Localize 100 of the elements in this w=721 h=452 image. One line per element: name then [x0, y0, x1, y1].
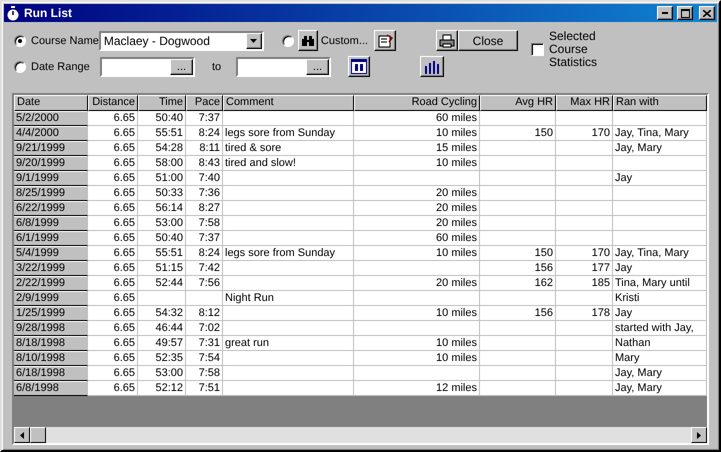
table-cell: 7:37: [186, 111, 223, 126]
table-cell: Night Run: [223, 291, 354, 306]
row-header[interactable]: 9/20/1999: [14, 156, 88, 171]
statistics-checkbox[interactable]: Selected Course Statistics: [531, 30, 607, 69]
row-header[interactable]: 4/4/2000: [14, 126, 88, 141]
bar-chart-icon: [424, 60, 440, 74]
column-header[interactable]: Road Cycling: [354, 95, 480, 111]
horizontal-scrollbar[interactable]: [14, 427, 707, 443]
table-cell: 150: [480, 126, 556, 141]
table-cell: 7:40: [186, 171, 223, 186]
table-cell: 7:42: [186, 261, 223, 276]
table-cell: [556, 336, 613, 351]
to-label: to: [212, 60, 222, 72]
table-cell: 150: [480, 246, 556, 261]
table-cell: great run: [223, 336, 354, 351]
table-cell: 6.65: [88, 201, 138, 216]
row-header[interactable]: 2/9/1999: [14, 291, 88, 306]
table-cell: 6.65: [88, 321, 138, 336]
right-arrow-icon: [697, 432, 701, 438]
row-header[interactable]: 2/22/1999: [14, 276, 88, 291]
table-cell: 52:35: [138, 351, 186, 366]
table-cell: [556, 201, 613, 216]
column-header[interactable]: Comment: [223, 95, 354, 111]
table-cell: 6.65: [88, 186, 138, 201]
window-title: Run List: [24, 6, 73, 20]
table-cell: 50:33: [138, 186, 186, 201]
date-picker-button[interactable]: ...: [306, 58, 329, 74]
column-header[interactable]: Distance: [88, 95, 138, 111]
table-cell: 60 miles: [354, 231, 480, 246]
table-cell: 8:24: [186, 246, 223, 261]
table-cell: 162: [480, 276, 556, 291]
table-cell: 56:14: [138, 201, 186, 216]
table-cell: 7:58: [186, 366, 223, 381]
close-icon: [703, 10, 711, 16]
close-button[interactable]: Close: [458, 30, 518, 51]
table-cell: 156: [480, 306, 556, 321]
table-cell: Jay, Mary: [613, 141, 707, 156]
scroll-right-button[interactable]: [691, 427, 707, 443]
scroll-thumb[interactable]: [30, 427, 46, 443]
table-cell: Jay, Mary: [613, 366, 707, 381]
table-cell: 53:00: [138, 216, 186, 231]
date-picker-button[interactable]: ...: [170, 58, 193, 74]
table-cell: Kristi: [613, 291, 707, 306]
row-header[interactable]: 8/25/1999: [14, 186, 88, 201]
table-cell: legs sore from Sunday: [223, 126, 354, 141]
date-range-radio[interactable]: Date Range: [14, 60, 100, 72]
custom-radio[interactable]: [282, 34, 294, 46]
table-cell: Mary: [613, 351, 707, 366]
calendar-button[interactable]: [348, 56, 370, 77]
minimize-button[interactable]: [657, 6, 673, 20]
table-cell: 6.65: [88, 351, 138, 366]
table-cell: started with Jay,: [613, 321, 707, 336]
start-date-field[interactable]: ...: [100, 56, 195, 76]
table-cell: 6.65: [88, 231, 138, 246]
column-header[interactable]: Avg HR: [480, 95, 556, 111]
printer-button[interactable]: [436, 30, 458, 51]
scroll-left-button[interactable]: [14, 427, 30, 443]
row-header[interactable]: 9/1/1999: [14, 171, 88, 186]
row-header[interactable]: 6/22/1999: [14, 201, 88, 216]
close-button[interactable]: [699, 6, 715, 20]
bar-chart-button[interactable]: [420, 56, 444, 77]
table-cell: [556, 171, 613, 186]
binoculars-button[interactable]: [298, 30, 318, 51]
row-header[interactable]: 5/2/2000: [14, 111, 88, 126]
table-cell: 6.65: [88, 246, 138, 261]
row-header[interactable]: 6/1/1999: [14, 231, 88, 246]
row-header[interactable]: 6/8/1999: [14, 216, 88, 231]
column-header[interactable]: Max HR: [556, 95, 613, 111]
maximize-button[interactable]: [677, 6, 693, 20]
notepad-button[interactable]: [374, 30, 396, 51]
row-header[interactable]: 6/18/1998: [14, 366, 88, 381]
row-header[interactable]: 8/10/1998: [14, 351, 88, 366]
table-cell: 51:15: [138, 261, 186, 276]
row-header[interactable]: 6/8/1998: [14, 381, 88, 396]
row-header[interactable]: 5/4/1999: [14, 246, 88, 261]
course-name-radio[interactable]: Course Name: [14, 34, 99, 46]
table-cell: 51:00: [138, 171, 186, 186]
row-header[interactable]: 9/21/1999: [14, 141, 88, 156]
column-header[interactable]: Date: [14, 95, 88, 111]
end-date-field[interactable]: ...: [236, 56, 331, 76]
row-header[interactable]: 9/28/1998: [14, 321, 88, 336]
table-cell: 8:12: [186, 306, 223, 321]
table-cell: tired and slow!: [223, 156, 354, 171]
row-header[interactable]: 8/18/1998: [14, 336, 88, 351]
column-header[interactable]: Ran with: [613, 95, 707, 111]
table-cell: 7:02: [186, 321, 223, 336]
table-cell: 6.65: [88, 156, 138, 171]
table-cell: Jay: [613, 306, 707, 321]
table-cell: 170: [556, 246, 613, 261]
column-header[interactable]: Pace: [186, 95, 223, 111]
row-header[interactable]: 1/25/1999: [14, 306, 88, 321]
course-dropdown[interactable]: Maclaey - Dogwood: [98, 30, 264, 50]
column-header[interactable]: Time: [138, 95, 186, 111]
table-cell: 10 miles: [354, 351, 480, 366]
table-cell: [556, 186, 613, 201]
table-cell: [138, 291, 186, 306]
table-cell: 54:32: [138, 306, 186, 321]
table-cell: 50:40: [138, 231, 186, 246]
row-header[interactable]: 3/22/1999: [14, 261, 88, 276]
table-cell: 177: [556, 261, 613, 276]
